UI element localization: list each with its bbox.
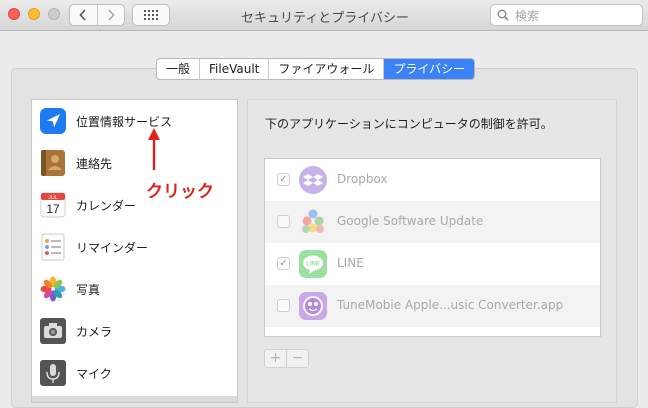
add-remove-control: + − [264, 349, 309, 368]
service-label: カレンダー [76, 198, 137, 213]
search-icon [497, 9, 509, 21]
forward-button[interactable] [96, 5, 125, 25]
line-icon-text: LINE [306, 262, 320, 268]
back-button[interactable] [70, 5, 97, 25]
app-name: Google Software Update [337, 214, 484, 228]
service-item-photos[interactable]: 写真 [32, 269, 237, 309]
photos-icon [40, 276, 66, 302]
app-row-line[interactable]: ✓ LINE LINE [265, 243, 600, 285]
privacy-service-list[interactable]: 位置情報サービス 連絡先 JUL 17 カレンダー リマインダー 写真 カメラ … [31, 99, 238, 403]
app-row-dropbox[interactable]: ✓ Dropbox [265, 159, 600, 201]
service-label: マイク [76, 366, 112, 381]
add-app-button[interactable]: + [265, 350, 286, 367]
dropbox-icon [299, 166, 327, 194]
app-checkbox-dropbox[interactable]: ✓ [277, 173, 290, 186]
line-icon: LINE [299, 250, 327, 278]
window-title: セキュリティとプライバシー [241, 11, 409, 26]
google-software-update-icon [302, 209, 324, 233]
service-item-microphone[interactable]: マイク [32, 353, 237, 393]
app-name: TuneMobie Apple...usic Converter.app [337, 298, 564, 312]
chevron-left-icon [79, 9, 86, 21]
tunemobie-icon [299, 292, 327, 320]
tab-filevault[interactable]: FileVault [199, 59, 268, 79]
search-placeholder: 検索 [515, 8, 540, 23]
grid-icon [144, 10, 158, 20]
app-name: LINE [337, 256, 364, 270]
camera-icon [40, 318, 66, 344]
app-checkbox-tunemobie[interactable] [277, 299, 290, 312]
service-item-camera[interactable]: カメラ [32, 311, 237, 351]
app-list[interactable]: ✓ Dropbox Google Software Update ✓ LINE … [264, 158, 601, 337]
app-checkbox-google-software-update[interactable] [277, 215, 290, 228]
remove-app-button[interactable]: − [286, 350, 308, 367]
calendar-month-text: JUL [48, 195, 58, 201]
service-label: リマインダー [76, 240, 149, 255]
service-label: カメラ [76, 324, 113, 339]
title-bar: セキュリティとプライバシー 検索 [0, 0, 648, 31]
microphone-icon [40, 360, 66, 386]
app-row-tunemobie[interactable]: TuneMobie Apple...usic Converter.app [265, 285, 600, 327]
reminders-icon [41, 233, 65, 261]
contacts-book-icon [41, 150, 65, 176]
close-window-button[interactable] [8, 8, 20, 20]
show-all-button[interactable] [132, 4, 170, 26]
service-item-location[interactable]: 位置情報サービス [32, 101, 237, 141]
tab-privacy[interactable]: プライバシー [383, 59, 475, 79]
tab-firewall[interactable]: ファイアウォール [268, 59, 383, 79]
app-row-google-software-update[interactable]: Google Software Update [265, 201, 600, 243]
location-arrow-icon [40, 108, 66, 134]
search-input[interactable]: 検索 [490, 4, 643, 26]
back-forward-group [69, 4, 125, 26]
service-label: 連絡先 [76, 156, 113, 171]
calendar-day-text: 17 [46, 202, 60, 216]
tab-bar: 一般 FileVault ファイアウォール プライバシー [156, 58, 476, 80]
service-label: 写真 [76, 282, 101, 297]
calendar-icon: JUL 17 [40, 192, 66, 218]
service-item-reminders[interactable]: リマインダー [32, 227, 237, 267]
app-checkbox-line[interactable]: ✓ [277, 257, 290, 270]
chevron-right-icon [108, 9, 115, 21]
selected-row-partial[interactable] [32, 396, 237, 402]
zoom-window-button[interactable] [48, 8, 60, 20]
tab-general[interactable]: 一般 [157, 59, 199, 79]
red-arrow-annotation [148, 128, 160, 170]
click-annotation: クリック [146, 182, 214, 202]
minimize-window-button[interactable] [28, 8, 40, 20]
app-name: Dropbox [337, 172, 388, 186]
pane-description: 下のアプリケーションにコンピュータの制御を許可。 [265, 117, 553, 131]
